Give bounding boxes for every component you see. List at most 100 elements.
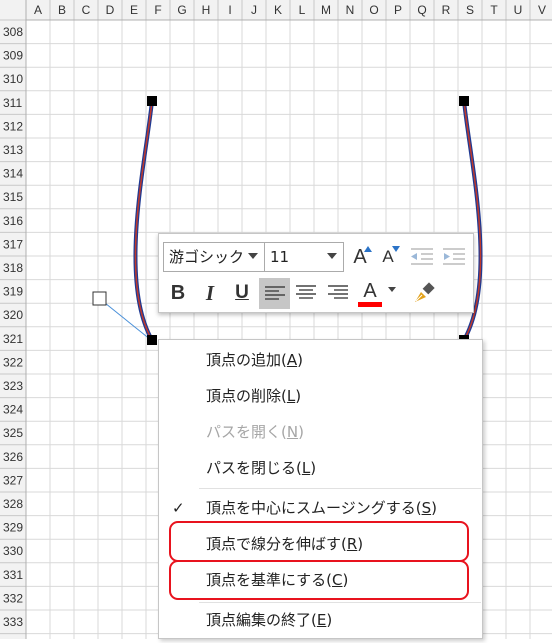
row-header-330[interactable]: 330 (3, 544, 23, 558)
font-size-combo[interactable]: 11 (264, 242, 344, 272)
font-color-dropdown-icon[interactable] (388, 287, 396, 292)
column-header-Q[interactable]: Q (417, 3, 426, 17)
menu-separator (199, 488, 481, 489)
font-name-value: 游ゴシック (169, 248, 245, 266)
font-size-dropdown-icon[interactable] (327, 253, 337, 259)
menu-item-label: 頂点編集の終了(E) (206, 611, 333, 629)
tangent-handle[interactable] (92, 291, 107, 306)
bold-icon: B (170, 281, 186, 304)
column-header-T[interactable]: T (490, 3, 498, 17)
decrease-indent-icon (411, 248, 433, 265)
column-header-K[interactable]: K (274, 3, 282, 17)
column-header-F[interactable]: F (154, 3, 161, 17)
column-header-J[interactable]: J (251, 3, 257, 17)
menu-item-label: パスを閉じる(L) (206, 459, 317, 477)
row-header-331[interactable]: 331 (3, 568, 23, 582)
shape-curve-left-outline (133, 100, 154, 341)
increase-indent-button[interactable] (441, 243, 467, 271)
row-header-311[interactable]: 311 (3, 96, 22, 110)
menu-item-delete-vertex[interactable]: 頂点の削除(L) (159, 380, 482, 412)
align-right-button[interactable] (325, 279, 351, 307)
row-header-333[interactable]: 333 (3, 615, 23, 629)
column-header-A[interactable]: A (34, 3, 42, 17)
column-header-S[interactable]: S (466, 3, 474, 17)
column-header-U[interactable]: U (514, 3, 523, 17)
italic-icon: I (205, 280, 215, 305)
increase-indent-icon (443, 248, 465, 265)
align-center-icon (296, 285, 316, 299)
row-header-313[interactable]: 313 (3, 143, 23, 157)
menu-item-close-path[interactable]: パスを閉じる(L) (159, 452, 482, 484)
menu-item-open-path: パスを開く(N) (159, 416, 482, 448)
row-header-320[interactable]: 320 (3, 308, 23, 322)
font-name-dropdown-icon[interactable] (248, 253, 258, 259)
menu-item-add-vertex[interactable]: 頂点の追加(A) (159, 344, 482, 376)
row-header-329[interactable]: 329 (3, 521, 23, 535)
menu-separator (199, 602, 481, 603)
align-left-button[interactable] (259, 278, 290, 309)
font-name-combo[interactable]: 游ゴシック (163, 242, 265, 272)
column-header-M[interactable]: M (321, 3, 331, 17)
row-header-328[interactable]: 328 (3, 497, 23, 511)
grow-arrow-icon (364, 246, 372, 252)
row-header-322[interactable]: 322 (3, 355, 23, 369)
column-header-B[interactable]: B (58, 3, 66, 17)
menu-item-label: 頂点の削除(L) (206, 387, 302, 405)
row-header-321[interactable]: 321 (3, 332, 23, 346)
shrink-arrow-icon (392, 246, 400, 252)
context-menu: 頂点の追加(A) 頂点の削除(L) パスを開く(N) パスを閉じる(L) ✓ 頂… (158, 339, 483, 639)
row-header-326[interactable]: 326 (3, 450, 23, 464)
menu-item-smooth-point[interactable]: ✓ 頂点を中心にスムージングする(S) (159, 492, 482, 524)
align-right-icon (328, 285, 348, 299)
align-center-button[interactable] (293, 279, 319, 307)
column-header-R[interactable]: R (442, 3, 451, 17)
row-header-324[interactable]: 324 (3, 403, 23, 417)
font-color-swatch (358, 302, 382, 307)
column-header-N[interactable]: N (346, 3, 355, 17)
row-header-314[interactable]: 314 (3, 167, 23, 181)
highlight-box-straight-point (169, 521, 469, 562)
menu-item-exit-edit-points[interactable]: 頂点編集の終了(E) (159, 604, 482, 636)
row-header-312[interactable]: 312 (3, 119, 23, 133)
column-header-C[interactable]: C (82, 3, 91, 17)
row-header-327[interactable]: 327 (3, 473, 23, 487)
row-header-323[interactable]: 323 (3, 379, 23, 393)
column-header-O[interactable]: O (369, 3, 378, 17)
underline-button[interactable]: U (229, 279, 255, 307)
column-header-E[interactable]: E (130, 3, 138, 17)
row-header-309[interactable]: 309 (3, 49, 23, 63)
highlight-box-corner-point (169, 560, 469, 600)
bold-button[interactable]: B (165, 279, 191, 307)
column-header-I[interactable]: I (228, 3, 231, 17)
font-color-icon: A (363, 279, 377, 302)
shrink-font-button[interactable]: A (375, 243, 401, 271)
row-header-332[interactable]: 332 (3, 591, 23, 605)
grow-font-button[interactable]: A (347, 243, 373, 271)
row-header-318[interactable]: 318 (3, 261, 23, 275)
row-header-319[interactable]: 319 (3, 285, 23, 299)
column-header-P[interactable]: P (394, 3, 402, 17)
row-header-310[interactable]: 310 (3, 72, 23, 86)
row-header-315[interactable]: 315 (3, 190, 23, 204)
column-header-D[interactable]: D (106, 3, 115, 17)
decrease-indent-button[interactable] (409, 243, 435, 271)
vertex-handle-selected[interactable] (147, 335, 157, 345)
font-size-value: 11 (270, 248, 290, 266)
format-painter-button[interactable] (411, 279, 437, 307)
column-header-G[interactable]: G (177, 3, 186, 17)
align-left-icon (264, 285, 285, 300)
row-header-308[interactable]: 308 (3, 25, 23, 39)
row-header-317[interactable]: 317 (3, 237, 23, 251)
font-color-button[interactable]: A (357, 278, 383, 308)
italic-button[interactable]: I (197, 279, 223, 307)
column-header-V[interactable]: V (538, 3, 546, 17)
column-header-L[interactable]: L (299, 3, 306, 17)
vertex-handle[interactable] (147, 96, 157, 106)
row-header-316[interactable]: 316 (3, 214, 23, 228)
column-header-H[interactable]: H (202, 3, 211, 17)
row-header-325[interactable]: 325 (3, 426, 23, 440)
format-painter-icon (415, 282, 435, 302)
vertex-handle[interactable] (459, 96, 469, 106)
mini-toolbar: 游ゴシック 11 A A B I U A (158, 233, 474, 313)
menu-item-label: 頂点を中心にスムージングする(S) (206, 499, 437, 517)
